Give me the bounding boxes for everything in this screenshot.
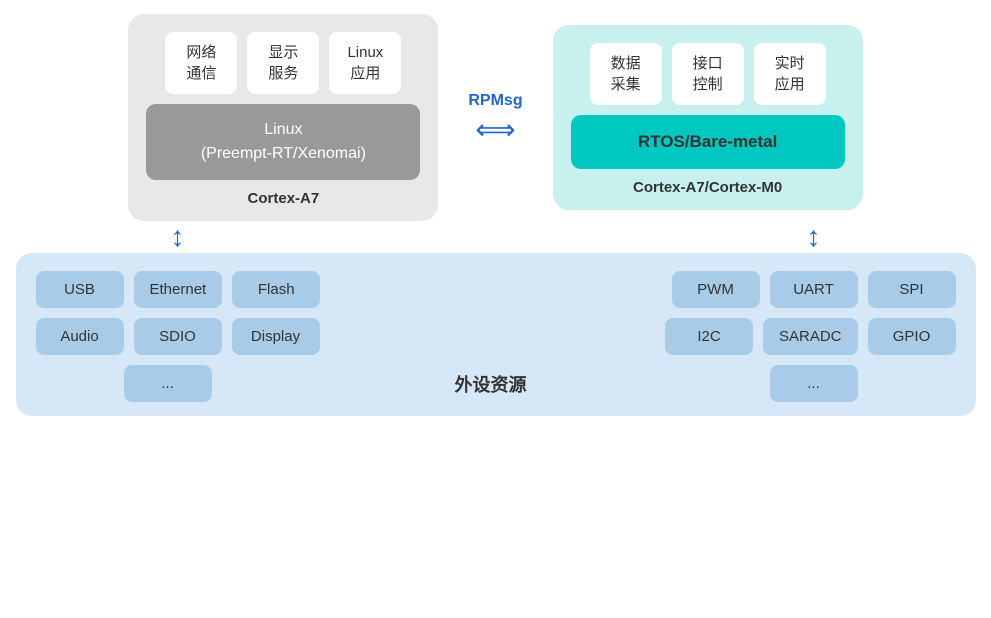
chip-ellipsis-left: ... [124, 365, 212, 402]
peripheral-label: 外设资源 [455, 375, 527, 395]
chip-usb: USB [36, 271, 124, 308]
app-chip-data: 数据采集 [590, 43, 662, 105]
app-chip-linux-app: Linux应用 [329, 32, 401, 94]
rtos-kernel-box: RTOS/Bare-metal [571, 115, 845, 169]
cortex-a7-m0-label: Cortex-A7/Cortex-M0 [633, 179, 782, 196]
rpmsg-label: RPMsg [468, 92, 522, 110]
linux-box: 网络通信 显示服务 Linux应用 Linux(Preempt-RT/Xenom… [128, 14, 438, 221]
connectors-row: ↕ ↕ [16, 223, 976, 251]
chip-ethernet: Ethernet [134, 271, 223, 308]
chip-uart: UART [770, 271, 858, 308]
chip-saradc: SARADC [763, 318, 858, 355]
rtos-box: 数据采集 接口控制 实时应用 RTOS/Bare-metal Cortex-A7… [553, 25, 863, 210]
diagram: 网络通信 显示服务 Linux应用 Linux(Preempt-RT/Xenom… [16, 14, 976, 604]
left-v-arrow-icon: ↕ [171, 223, 185, 251]
chip-flash: Flash [232, 271, 320, 308]
right-v-arrow-icon: ↕ [807, 223, 821, 251]
top-row: 网络通信 显示服务 Linux应用 Linux(Preempt-RT/Xenom… [16, 14, 976, 221]
app-chip-interface: 接口控制 [672, 43, 744, 105]
rpmsg-arrow: RPMsg ⟺ [468, 92, 522, 144]
chip-audio: Audio [36, 318, 124, 355]
chip-spi: SPI [868, 271, 956, 308]
app-chip-network: 网络通信 [165, 32, 237, 94]
linux-kernel-box: Linux(Preempt-RT/Xenomai) [146, 104, 420, 180]
chip-gpio: GPIO [868, 318, 956, 355]
peripheral-box: USB Ethernet Flash PWM UART SPI Audio SD… [16, 253, 976, 416]
chip-pwm: PWM [672, 271, 760, 308]
chip-ellipsis-right: ... [770, 365, 858, 402]
chip-sdio: SDIO [134, 318, 222, 355]
app-chip-display: 显示服务 [247, 32, 319, 94]
app-chip-realtime: 实时应用 [754, 43, 826, 105]
cortex-a7-label: Cortex-A7 [248, 190, 320, 207]
rtos-apps-row: 数据采集 接口控制 实时应用 [590, 43, 826, 105]
chip-display: Display [232, 318, 320, 355]
linux-apps-row: 网络通信 显示服务 Linux应用 [165, 32, 401, 94]
double-arrow-icon: ⟺ [475, 116, 515, 144]
chip-i2c: I2C [665, 318, 753, 355]
